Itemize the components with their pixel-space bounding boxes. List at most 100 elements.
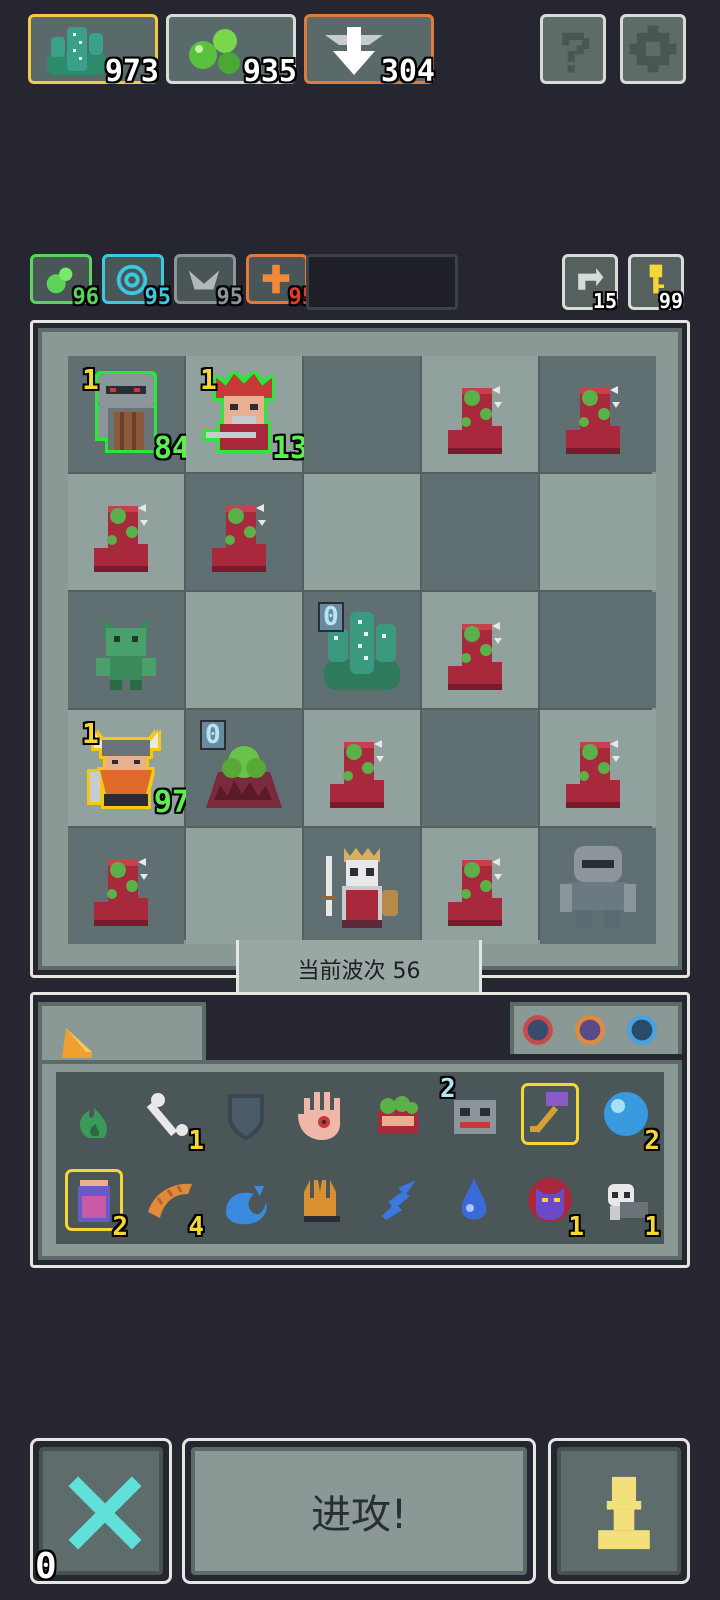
inventory-slot[interactable]	[360, 1158, 436, 1244]
orange-ring-icon[interactable]	[572, 1012, 608, 1048]
arrow-count: 304	[380, 54, 435, 89]
item-count: 2	[112, 1212, 128, 1242]
board-cell[interactable]	[422, 592, 538, 708]
cancel-button[interactable]: 0	[30, 1438, 172, 1587]
board-cell[interactable]	[540, 592, 656, 708]
inventory-slot[interactable]: 1	[588, 1158, 664, 1244]
board-cell[interactable]	[68, 474, 184, 590]
board-cell[interactable]	[422, 828, 538, 944]
board-cell[interactable]	[540, 828, 656, 944]
slime-count: 935	[242, 54, 297, 89]
board-cell[interactable]: 1 975	[68, 710, 208, 826]
inventory-slot[interactable]	[208, 1072, 284, 1158]
item-count: 1	[188, 1126, 204, 1156]
battle-grid: 1 846 1 135 0 1 975 0	[68, 356, 656, 944]
mossy-boot-enemy[interactable]	[556, 722, 640, 814]
board-cell[interactable]	[304, 710, 420, 826]
board-cell[interactable]	[540, 474, 656, 590]
down-arrow-icon	[325, 27, 383, 75]
red-ring-icon[interactable]	[520, 1012, 556, 1048]
stat-attack[interactable]: 95	[246, 254, 315, 309]
item-count: 4	[188, 1212, 204, 1242]
cheese-wedge-icon	[62, 1028, 92, 1058]
water-drop-item	[461, 1178, 487, 1220]
unit-level: 1	[200, 363, 217, 396]
inventory-slot[interactable]	[284, 1072, 360, 1158]
board-cell[interactable]	[186, 828, 302, 944]
inventory-slot[interactable]	[208, 1158, 284, 1244]
board-cell[interactable]	[422, 356, 538, 472]
mossy-boot-enemy[interactable]	[438, 840, 522, 932]
board-cell[interactable]	[540, 710, 656, 826]
stat-speed[interactable]: 95	[174, 254, 243, 309]
unit-level: 1	[82, 363, 99, 396]
board-cell[interactable]: 1 846	[68, 356, 208, 472]
stat-heal-value: 96	[72, 285, 100, 310]
blue-ring-icon[interactable]	[624, 1012, 660, 1048]
blue-feather-item	[382, 1180, 416, 1220]
attack-button-face: 进攻!	[191, 1447, 527, 1575]
attack-label: 进攻!	[310, 1492, 408, 1538]
wave-label: 当前波次 56	[297, 958, 421, 984]
inventory-grid: 1 2 2 2 4 1 1	[56, 1072, 664, 1244]
pawn-button-face	[557, 1447, 681, 1575]
inventory-slot[interactable]: 2	[56, 1158, 132, 1244]
mossy-boot-enemy[interactable]	[84, 840, 168, 932]
board-cell[interactable]	[304, 828, 420, 944]
shield-item	[228, 1094, 264, 1140]
green-goblin-enemy[interactable]	[84, 604, 168, 696]
help-button[interactable]	[540, 14, 606, 84]
mossy-boot-enemy[interactable]	[438, 368, 522, 460]
green-flame-item	[79, 1108, 107, 1138]
board-cell[interactable]	[540, 356, 656, 472]
key-button[interactable]: 99	[628, 254, 684, 313]
board-cell[interactable]: 1 135	[186, 356, 326, 472]
stat-magic[interactable]: 95	[102, 254, 171, 309]
wave-indicator: 当前波次 56	[236, 940, 482, 1000]
slime-resource-box[interactable]: 935	[166, 14, 297, 89]
inventory-slot[interactable]: 2	[588, 1072, 664, 1158]
inventory-slot[interactable]	[56, 1072, 132, 1158]
mossy-boot-enemy[interactable]	[320, 722, 404, 814]
mossy-boot-enemy[interactable]	[202, 486, 286, 578]
settings-button[interactable]	[620, 14, 686, 84]
inventory-slot[interactable]: 1	[132, 1072, 208, 1158]
board-cell[interactable]	[304, 474, 420, 590]
board-cell[interactable]	[68, 828, 184, 944]
board-cell[interactable]	[68, 592, 184, 708]
board-cell[interactable]: 0	[186, 710, 302, 826]
arrow-resource-box[interactable]: 304	[304, 14, 435, 89]
board-cell[interactable]	[422, 710, 538, 826]
stat-heal[interactable]: 96	[30, 254, 99, 309]
slime-icon	[189, 29, 240, 74]
cancel-button-face	[39, 1447, 163, 1575]
cactus-icon	[47, 27, 107, 75]
inventory-slot[interactable]: 1	[512, 1158, 588, 1244]
mossy-boot-enemy[interactable]	[84, 486, 168, 578]
board-cell[interactable]	[186, 474, 302, 590]
gear-icon	[629, 25, 677, 73]
key-count: 99	[658, 289, 683, 313]
attack-button[interactable]: 进攻!	[182, 1438, 536, 1584]
crown-claw-item	[304, 1180, 340, 1222]
mossy-boot-enemy[interactable]	[556, 368, 640, 460]
blue-fish-item	[226, 1186, 267, 1225]
unit-level: 0	[200, 720, 226, 750]
board-cell[interactable]: 0	[304, 592, 420, 708]
board-cell[interactable]	[186, 592, 302, 708]
inventory-slot[interactable]	[512, 1072, 588, 1158]
inventory-slot[interactable]: 2	[436, 1072, 512, 1158]
inventory-slot[interactable]	[436, 1158, 512, 1244]
board-cell[interactable]	[422, 474, 538, 590]
skeleton-king-enemy[interactable]	[320, 840, 404, 932]
board-cell[interactable]	[304, 356, 420, 472]
cactus-resource-box[interactable]: 973	[28, 14, 159, 87]
pawn-button[interactable]	[548, 1438, 690, 1584]
inventory-slot[interactable]: 4	[132, 1158, 208, 1244]
inventory-slot[interactable]	[284, 1158, 360, 1244]
mossy-boot-enemy[interactable]	[438, 604, 522, 696]
recycle-button[interactable]: 15	[562, 254, 618, 311]
stone-golem-enemy[interactable]	[556, 840, 640, 932]
cancel-count: 0	[35, 1546, 57, 1587]
inventory-slot[interactable]	[360, 1072, 436, 1158]
